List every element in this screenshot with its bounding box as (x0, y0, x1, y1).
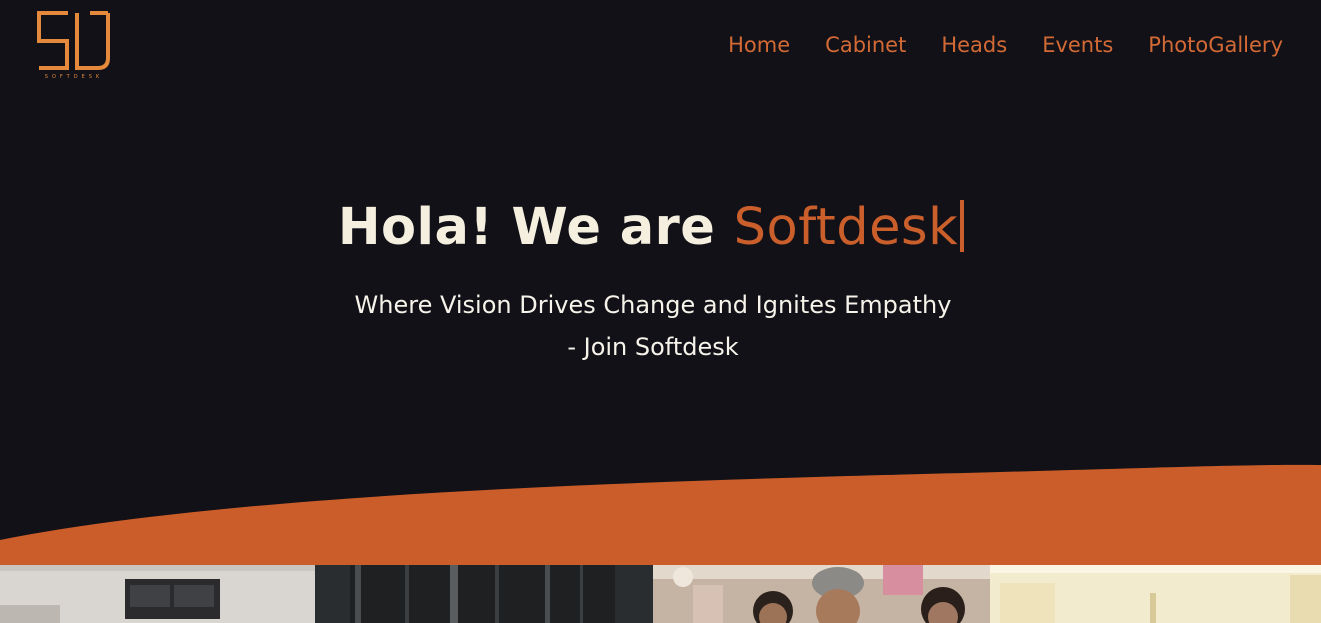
typing-cursor (960, 200, 965, 252)
wave-divider (0, 464, 1321, 566)
building-interior-photo-icon[interactable] (315, 565, 653, 623)
logo-caption: SOFTDESK (45, 74, 103, 80)
softdesk-logo-icon[interactable]: SOFTDESK (34, 10, 114, 80)
nav-photogallery-link[interactable]: PhotoGallery (1148, 30, 1283, 60)
office-room-photo-icon[interactable] (0, 565, 315, 623)
bright-hall-photo-icon[interactable] (990, 565, 1321, 623)
landing-page: SOFTDESK Home Cabinet Heads Events Photo… (0, 0, 1321, 623)
students-group-photo-icon[interactable] (653, 565, 990, 623)
hero-subtitle-line2: - Join Softdesk (567, 333, 739, 361)
hero-subtitle-line1: Where Vision Drives Change and Ignites E… (354, 291, 952, 319)
main-nav: Home Cabinet Heads Events PhotoGallery (728, 30, 1283, 60)
hero-title-prefix: Hola! We are (337, 198, 734, 257)
nav-cabinet-link[interactable]: Cabinet (825, 30, 906, 60)
nav-home-link[interactable]: Home (728, 30, 790, 60)
hero-subtitle: Where Vision Drives Change and Ignites E… (0, 284, 1306, 368)
photo-strip (0, 565, 1321, 623)
nav-heads-link[interactable]: Heads (941, 30, 1007, 60)
hero-title: Hola! We are Softdesk (0, 198, 1302, 257)
hero-title-brand: Softdesk (733, 198, 959, 257)
nav-events-link[interactable]: Events (1042, 30, 1113, 60)
